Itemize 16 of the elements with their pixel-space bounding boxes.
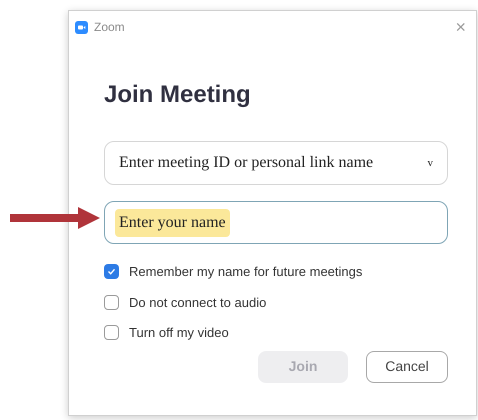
caret-icon: v [428,154,433,172]
app-logo-icon [75,20,88,34]
cancel-button[interactable]: Cancel [366,350,448,382]
meeting-id-dropdown[interactable]: Enter meeting ID or personal link name v [104,141,448,185]
checkbox-label: Do not connect to audio [129,294,266,312]
check-icon [107,267,116,276]
window-title: Zoom [94,19,125,36]
checkbox[interactable] [104,325,119,340]
checkbox[interactable] [104,294,119,310]
placeholder-text: Enter meeting ID or personal link name [119,153,374,173]
name-input-field[interactable]: Enter your name [104,201,448,244]
checkbox[interactable] [104,264,119,280]
placeholder-text: Enter your name [115,208,230,236]
dialog-heading: Join Meeting [104,83,252,107]
checkbox-label: Remember my name for future meetings [129,263,362,281]
checkbox-label: Turn off my video [129,324,229,342]
